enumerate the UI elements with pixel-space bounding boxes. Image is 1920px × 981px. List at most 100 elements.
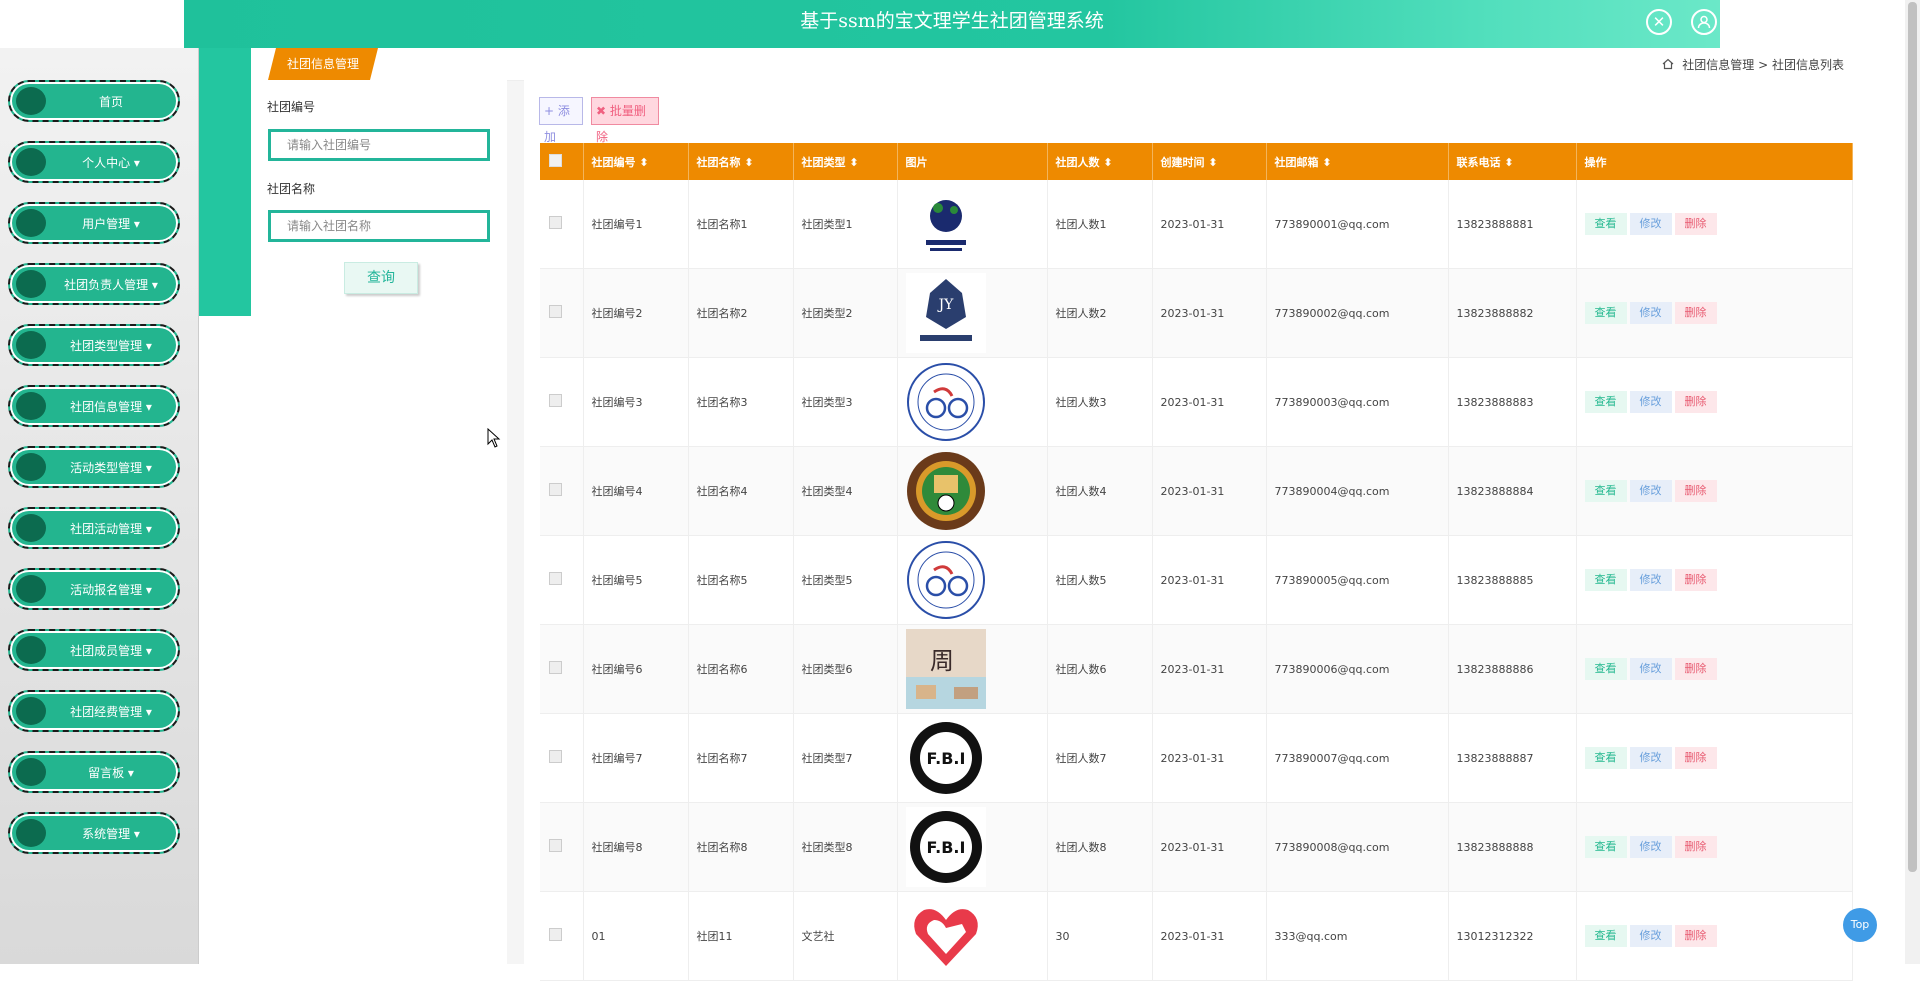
club-logo-cell: JY: [897, 268, 1048, 358]
user-icon[interactable]: [1691, 9, 1717, 35]
delete-button[interactable]: 删除: [1674, 925, 1717, 947]
menu-bullet-icon: [16, 392, 46, 420]
club-email-cell: 333@qq.com: [1266, 891, 1449, 981]
edit-button[interactable]: 修改: [1629, 569, 1672, 591]
club-phone-cell: 13012312322: [1448, 891, 1577, 981]
delete-button[interactable]: 删除: [1674, 747, 1717, 769]
sidebar-item[interactable]: 活动报名管理 ▾: [8, 568, 180, 610]
delete-button[interactable]: 删除: [1674, 480, 1717, 502]
club-name-cell: 社团名称8: [688, 802, 794, 892]
view-button[interactable]: 查看: [1584, 569, 1627, 591]
view-button[interactable]: 查看: [1584, 391, 1627, 413]
menu-bullet-icon: [16, 148, 46, 176]
view-button[interactable]: 查看: [1584, 480, 1627, 502]
created-date-cell: 2023-01-31: [1152, 713, 1267, 803]
table-row: 社团编号4 社团名称4 社团类型4 社团人数4 2023-01-31 773890004@…: [540, 446, 1853, 536]
club-phone-cell: 13823888887: [1448, 713, 1577, 803]
row-checkbox[interactable]: [540, 357, 584, 447]
club-type-cell: 社团类型5: [793, 535, 898, 625]
row-checkbox[interactable]: [540, 713, 584, 803]
sidebar-item[interactable]: 首页: [8, 80, 180, 122]
breadcrumb-level1[interactable]: 社团信息管理: [1682, 58, 1754, 72]
select-all-checkbox[interactable]: [540, 143, 584, 180]
club-type-cell: 社团类型8: [793, 802, 898, 892]
view-button[interactable]: 查看: [1584, 747, 1627, 769]
page-scrollbar[interactable]: [1905, 0, 1920, 964]
calligraphy-photo: 周: [905, 629, 1046, 709]
view-button[interactable]: 查看: [1584, 302, 1627, 324]
club-id-cell: 01: [583, 891, 689, 981]
batch-delete-button[interactable]: ✖ 批量删除: [591, 97, 659, 144]
table-row: 社团编号5 社团名称5 社团类型5 社团人数5 2023-01-31 773890005@…: [540, 535, 1853, 625]
sidebar-item[interactable]: 个人中心 ▾: [8, 141, 180, 183]
delete-button[interactable]: 删除: [1674, 658, 1717, 680]
row-checkbox[interactable]: [540, 535, 584, 625]
club-id-cell: 社团编号3: [583, 357, 689, 447]
sidebar-item[interactable]: 社团负责人管理 ▾: [8, 263, 180, 305]
table-row: 社团编号1 社团名称1 社团类型1 社团人数1 2023-01-31 773890001@…: [540, 180, 1853, 269]
sidebar-item-label: 社团成员管理 ▾: [70, 643, 152, 658]
club-table: 社团编号 ⬍ 社团名称 ⬍ 社团类型 ⬍ 图片 社团人数 ⬍ 创建时间 ⬍ 社团…: [540, 143, 1853, 981]
edit-button[interactable]: 修改: [1629, 747, 1672, 769]
edit-button[interactable]: 修改: [1629, 213, 1672, 235]
edit-button[interactable]: 修改: [1629, 658, 1672, 680]
actions-cell: 查看 修改 删除: [1576, 624, 1853, 714]
sidebar-item[interactable]: 活动类型管理 ▾: [8, 446, 180, 488]
club-name-cell: 社团名称5: [688, 535, 794, 625]
delete-button[interactable]: 删除: [1674, 569, 1717, 591]
column-header[interactable]: 社团编号 ⬍: [583, 143, 689, 180]
sidebar-item[interactable]: 系统管理 ▾: [8, 812, 180, 854]
row-checkbox[interactable]: [540, 624, 584, 714]
club-name-label: 社团名称: [267, 182, 316, 196]
column-header[interactable]: 社团邮箱 ⬍: [1266, 143, 1449, 180]
sidebar-item[interactable]: 用户管理 ▾: [8, 202, 180, 244]
delete-button[interactable]: 删除: [1674, 836, 1717, 858]
sidebar-item[interactable]: 社团经费管理 ▾: [8, 690, 180, 732]
club-type-cell: 社团类型4: [793, 446, 898, 536]
club-id-input[interactable]: [268, 129, 490, 161]
club-logo-cell: F.B.I: [897, 713, 1048, 803]
sidebar-item[interactable]: 社团活动管理 ▾: [8, 507, 180, 549]
query-button[interactable]: 查询: [344, 262, 418, 294]
column-header[interactable]: 社团名称 ⬍: [688, 143, 794, 180]
club-type-cell: 社团类型2: [793, 268, 898, 358]
sidebar-item[interactable]: 社团成员管理 ▾: [8, 629, 180, 671]
edit-button[interactable]: 修改: [1629, 391, 1672, 413]
home-icon[interactable]: [1662, 58, 1674, 70]
edit-button[interactable]: 修改: [1629, 836, 1672, 858]
view-button[interactable]: 查看: [1584, 836, 1627, 858]
row-checkbox[interactable]: [540, 446, 584, 536]
column-header[interactable]: 社团人数 ⬍: [1047, 143, 1153, 180]
sidebar: 首页个人中心 ▾ 用户管理 ▾ 社团负责人管理 ▾ 社团类型管理 ▾ 社团信息管理 ▾ 活…: [0, 48, 199, 964]
club-logo-cell: 周: [897, 624, 1048, 714]
edit-button[interactable]: 修改: [1629, 925, 1672, 947]
menu-bullet-icon: [16, 575, 46, 603]
club-id-cell: 社团编号2: [583, 268, 689, 358]
view-button[interactable]: 查看: [1584, 925, 1627, 947]
sidebar-item[interactable]: 社团类型管理 ▾: [8, 324, 180, 366]
back-to-top-button[interactable]: Top: [1843, 908, 1877, 942]
edit-button[interactable]: 修改: [1629, 302, 1672, 324]
edit-button[interactable]: 修改: [1629, 480, 1672, 502]
sidebar-item[interactable]: 社团信息管理 ▾: [8, 385, 180, 427]
svg-text:周: 周: [930, 647, 954, 675]
delete-button[interactable]: 删除: [1674, 213, 1717, 235]
row-checkbox[interactable]: [540, 180, 584, 269]
tab-club-info[interactable]: 社团信息管理: [268, 48, 378, 80]
column-header[interactable]: 社团类型 ⬍: [793, 143, 898, 180]
column-header[interactable]: 创建时间 ⬍: [1152, 143, 1267, 180]
row-checkbox[interactable]: [540, 268, 584, 358]
delete-button[interactable]: 删除: [1674, 391, 1717, 413]
sidebar-item-label: 用户管理 ▾: [82, 216, 140, 231]
row-checkbox[interactable]: [540, 802, 584, 892]
add-button[interactable]: + 添加: [539, 97, 583, 144]
view-button[interactable]: 查看: [1584, 658, 1627, 680]
club-count-cell: 社团人数7: [1047, 713, 1153, 803]
column-header[interactable]: 联系电话 ⬍: [1448, 143, 1577, 180]
view-button[interactable]: 查看: [1584, 213, 1627, 235]
club-name-input[interactable]: [268, 210, 490, 242]
close-icon[interactable]: ✕: [1646, 9, 1672, 35]
delete-button[interactable]: 删除: [1674, 302, 1717, 324]
row-checkbox[interactable]: [540, 891, 584, 981]
sidebar-item[interactable]: 留言板 ▾: [8, 751, 180, 793]
